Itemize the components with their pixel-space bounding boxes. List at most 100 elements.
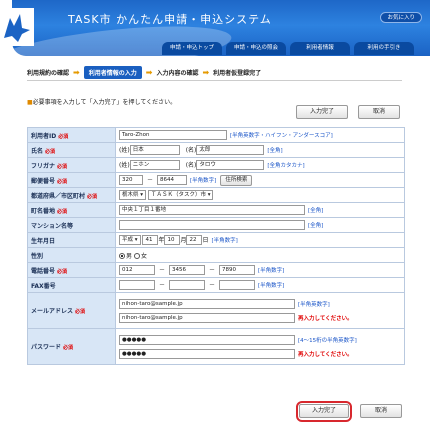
male-label: 男 xyxy=(126,252,133,260)
era-select[interactable]: 平成 ▾ xyxy=(119,235,141,246)
row-fax: FAX番号 －－ [半角数字] xyxy=(27,277,405,293)
step-confirm: 入力内容の確認 xyxy=(156,70,199,77)
instruction-text: ■必要事項を入力して「入力完了」を押してください。 xyxy=(27,99,177,106)
email-hint: [半角英数字] xyxy=(298,301,330,308)
postal-hint: [半角数字] xyxy=(190,177,217,184)
label-name: 氏名 xyxy=(31,147,44,155)
row-user-id: 利用者ID 必須 Taro-Zhon [半角英数字・ハイフン・アンダースコア] xyxy=(27,127,405,143)
label-building: マンション名等 xyxy=(31,222,74,230)
email-confirm-error: 再入力してください。 xyxy=(298,315,353,322)
name-hint: [全角] xyxy=(267,147,283,154)
row-name: 氏名 必須 (姓) 日本 (名) 太郎 [全角] xyxy=(27,142,405,158)
complete-button-top[interactable]: 入力完了 xyxy=(296,105,348,119)
password-confirm-input[interactable]: ●●●●● xyxy=(119,348,295,359)
arrow-right-icon: ➡ xyxy=(145,68,153,77)
mei-label: (名) xyxy=(185,146,197,154)
address-hint: [全角] xyxy=(308,207,324,214)
address-search-button[interactable]: 住所検索 xyxy=(220,174,253,186)
row-gender: 性別 男女 xyxy=(27,247,405,263)
fax-hint: [半角数字] xyxy=(258,282,285,289)
last-name-kana-input[interactable]: ニホン xyxy=(129,160,180,171)
arrow-right-icon: ➡ xyxy=(202,68,210,77)
arrow-right-icon: ➡ xyxy=(73,68,80,77)
favorite-button[interactable]: お気に入り xyxy=(380,12,422,23)
nav-tab-inquiry[interactable]: 申請・申込の照会 xyxy=(226,42,286,55)
row-postal: 郵便番号 必須 320 － 8644 [半角数字] 住所検索 xyxy=(27,172,405,188)
divider xyxy=(27,80,402,81)
nav-tab-user-info[interactable]: 利用者情報 xyxy=(290,42,350,55)
required-badge: 必須 xyxy=(57,268,68,275)
building-hint: [全角] xyxy=(308,222,324,229)
step-user-input: 利用者情報の入力 xyxy=(83,66,142,79)
complete-button-bottom[interactable]: 入力完了 xyxy=(299,404,349,418)
building-input[interactable] xyxy=(119,220,305,230)
phone-1-input[interactable]: 012 xyxy=(119,265,155,276)
password-hint: [4～15桁の半角英数字] xyxy=(298,337,357,344)
step-terms: 利用規約の確認 xyxy=(27,70,70,77)
label-gender: 性別 xyxy=(31,252,44,260)
last-name-input[interactable]: 日本 xyxy=(129,145,180,156)
sei-label: (姓) xyxy=(119,146,130,154)
label-user-id: 利用者ID xyxy=(31,132,57,140)
label-furigana: フリガナ xyxy=(31,162,56,170)
password-input[interactable]: ●●●●● xyxy=(119,334,295,345)
fax-1-input[interactable] xyxy=(119,280,155,291)
postal-code-1-input[interactable]: 320 xyxy=(119,175,143,185)
gender-female-radio[interactable] xyxy=(134,253,141,259)
label-postal: 郵便番号 xyxy=(31,177,56,185)
row-furigana: フリガナ 必須 (姓) ニホン (名) タロウ [全角カタカナ] xyxy=(27,157,405,173)
required-badge: 必須 xyxy=(75,309,86,315)
fax-3-input[interactable] xyxy=(219,280,256,291)
city-select[interactable]: ＴＡＳＫ（タスク）市 ▾ xyxy=(147,190,214,200)
user-info-form: 利用者ID 必須 Taro-Zhon [半角英数字・ハイフン・アンダースコア] 氏名… xyxy=(27,127,405,365)
site-title: TASK市 かんたん申請・申込システム xyxy=(68,13,272,26)
label-email: メールアドレス xyxy=(31,308,74,315)
row-birthday: 生年月日 平成 ▾ 41 年 10 月 22 日 [半角数字] xyxy=(27,232,405,248)
prefecture-select[interactable]: 栃木県 ▾ xyxy=(119,190,147,200)
phone-3-input[interactable]: 7890 xyxy=(219,265,256,276)
user-id-hint: [半角英数字・ハイフン・アンダースコア] xyxy=(230,132,333,139)
email-confirm-input[interactable]: nihon-taro@sample.jp xyxy=(119,312,295,323)
birth-year-input[interactable]: 41 xyxy=(142,235,159,246)
first-name-input[interactable]: 太郎 xyxy=(196,145,265,156)
street-address-input[interactable]: 中央１丁目１番地 xyxy=(119,205,305,215)
required-badge: 必須 xyxy=(45,148,56,155)
gender-male-radio[interactable] xyxy=(119,253,125,259)
phone-hint: [半角数字] xyxy=(258,267,285,274)
required-badge: 必須 xyxy=(57,178,68,185)
day-unit: 日 xyxy=(202,236,209,244)
birth-month-input[interactable]: 10 xyxy=(164,235,181,246)
label-pref-city: 都道府県／市区町村 xyxy=(31,192,86,200)
progress-steps: 利用規約の確認 ➡ 利用者情報の入力 ➡ 入力内容の確認 ➡ 利用者仮登録完了 xyxy=(27,66,261,79)
cancel-button-bottom[interactable]: 取消 xyxy=(360,404,402,418)
chevron-down-icon: ▾ xyxy=(140,192,144,198)
furigana-hint: [全角カタカナ] xyxy=(267,162,305,169)
bird-logo-icon xyxy=(0,8,34,46)
row-password: パスワード 必須 ●●●●● [4～15桁の半角英数字] ●●●●● 再入力してくださ… xyxy=(27,328,405,365)
user-id-input[interactable]: Taro-Zhon xyxy=(119,130,227,140)
cancel-button-top[interactable]: 取消 xyxy=(358,105,400,119)
nav-tab-top[interactable]: 申請・申込トップ xyxy=(162,42,222,55)
required-badge: 必須 xyxy=(57,208,68,215)
birth-day-input[interactable]: 22 xyxy=(186,235,203,246)
row-pref-city: 都道府県／市区町村 必須 栃木県 ▾ ＴＡＳＫ（タスク）市 ▾ xyxy=(27,187,405,203)
main-nav: 申請・申込トップ 申請・申込の照会 利用者情報 利用の手引き xyxy=(162,42,414,55)
label-password: パスワード xyxy=(31,344,62,351)
sei-label: (姓) xyxy=(119,161,130,169)
mei-label: (名) xyxy=(185,161,197,169)
password-confirm-error: 再入力してください。 xyxy=(298,351,353,358)
fax-2-input[interactable] xyxy=(169,280,206,291)
nav-tab-guide[interactable]: 利用の手引き xyxy=(354,42,414,55)
postal-code-2-input[interactable]: 8644 xyxy=(157,175,188,185)
label-birthday: 生年月日 xyxy=(31,237,56,245)
required-badge: 必須 xyxy=(57,163,68,170)
female-label: 女 xyxy=(141,252,148,260)
required-badge: 必須 xyxy=(58,133,69,140)
email-input[interactable]: nihon-taro@sample.jp xyxy=(119,298,295,309)
phone-2-input[interactable]: 3456 xyxy=(169,265,206,276)
row-phone: 電話番号 必須 012 － 3456 － 7890 [半角数字] xyxy=(27,262,405,278)
row-address: 町名番地 必須 中央１丁目１番地 [全角] xyxy=(27,202,405,218)
first-name-kana-input[interactable]: タロウ xyxy=(196,160,265,171)
required-badge: 必須 xyxy=(63,345,74,351)
label-phone: 電話番号 xyxy=(31,267,56,275)
